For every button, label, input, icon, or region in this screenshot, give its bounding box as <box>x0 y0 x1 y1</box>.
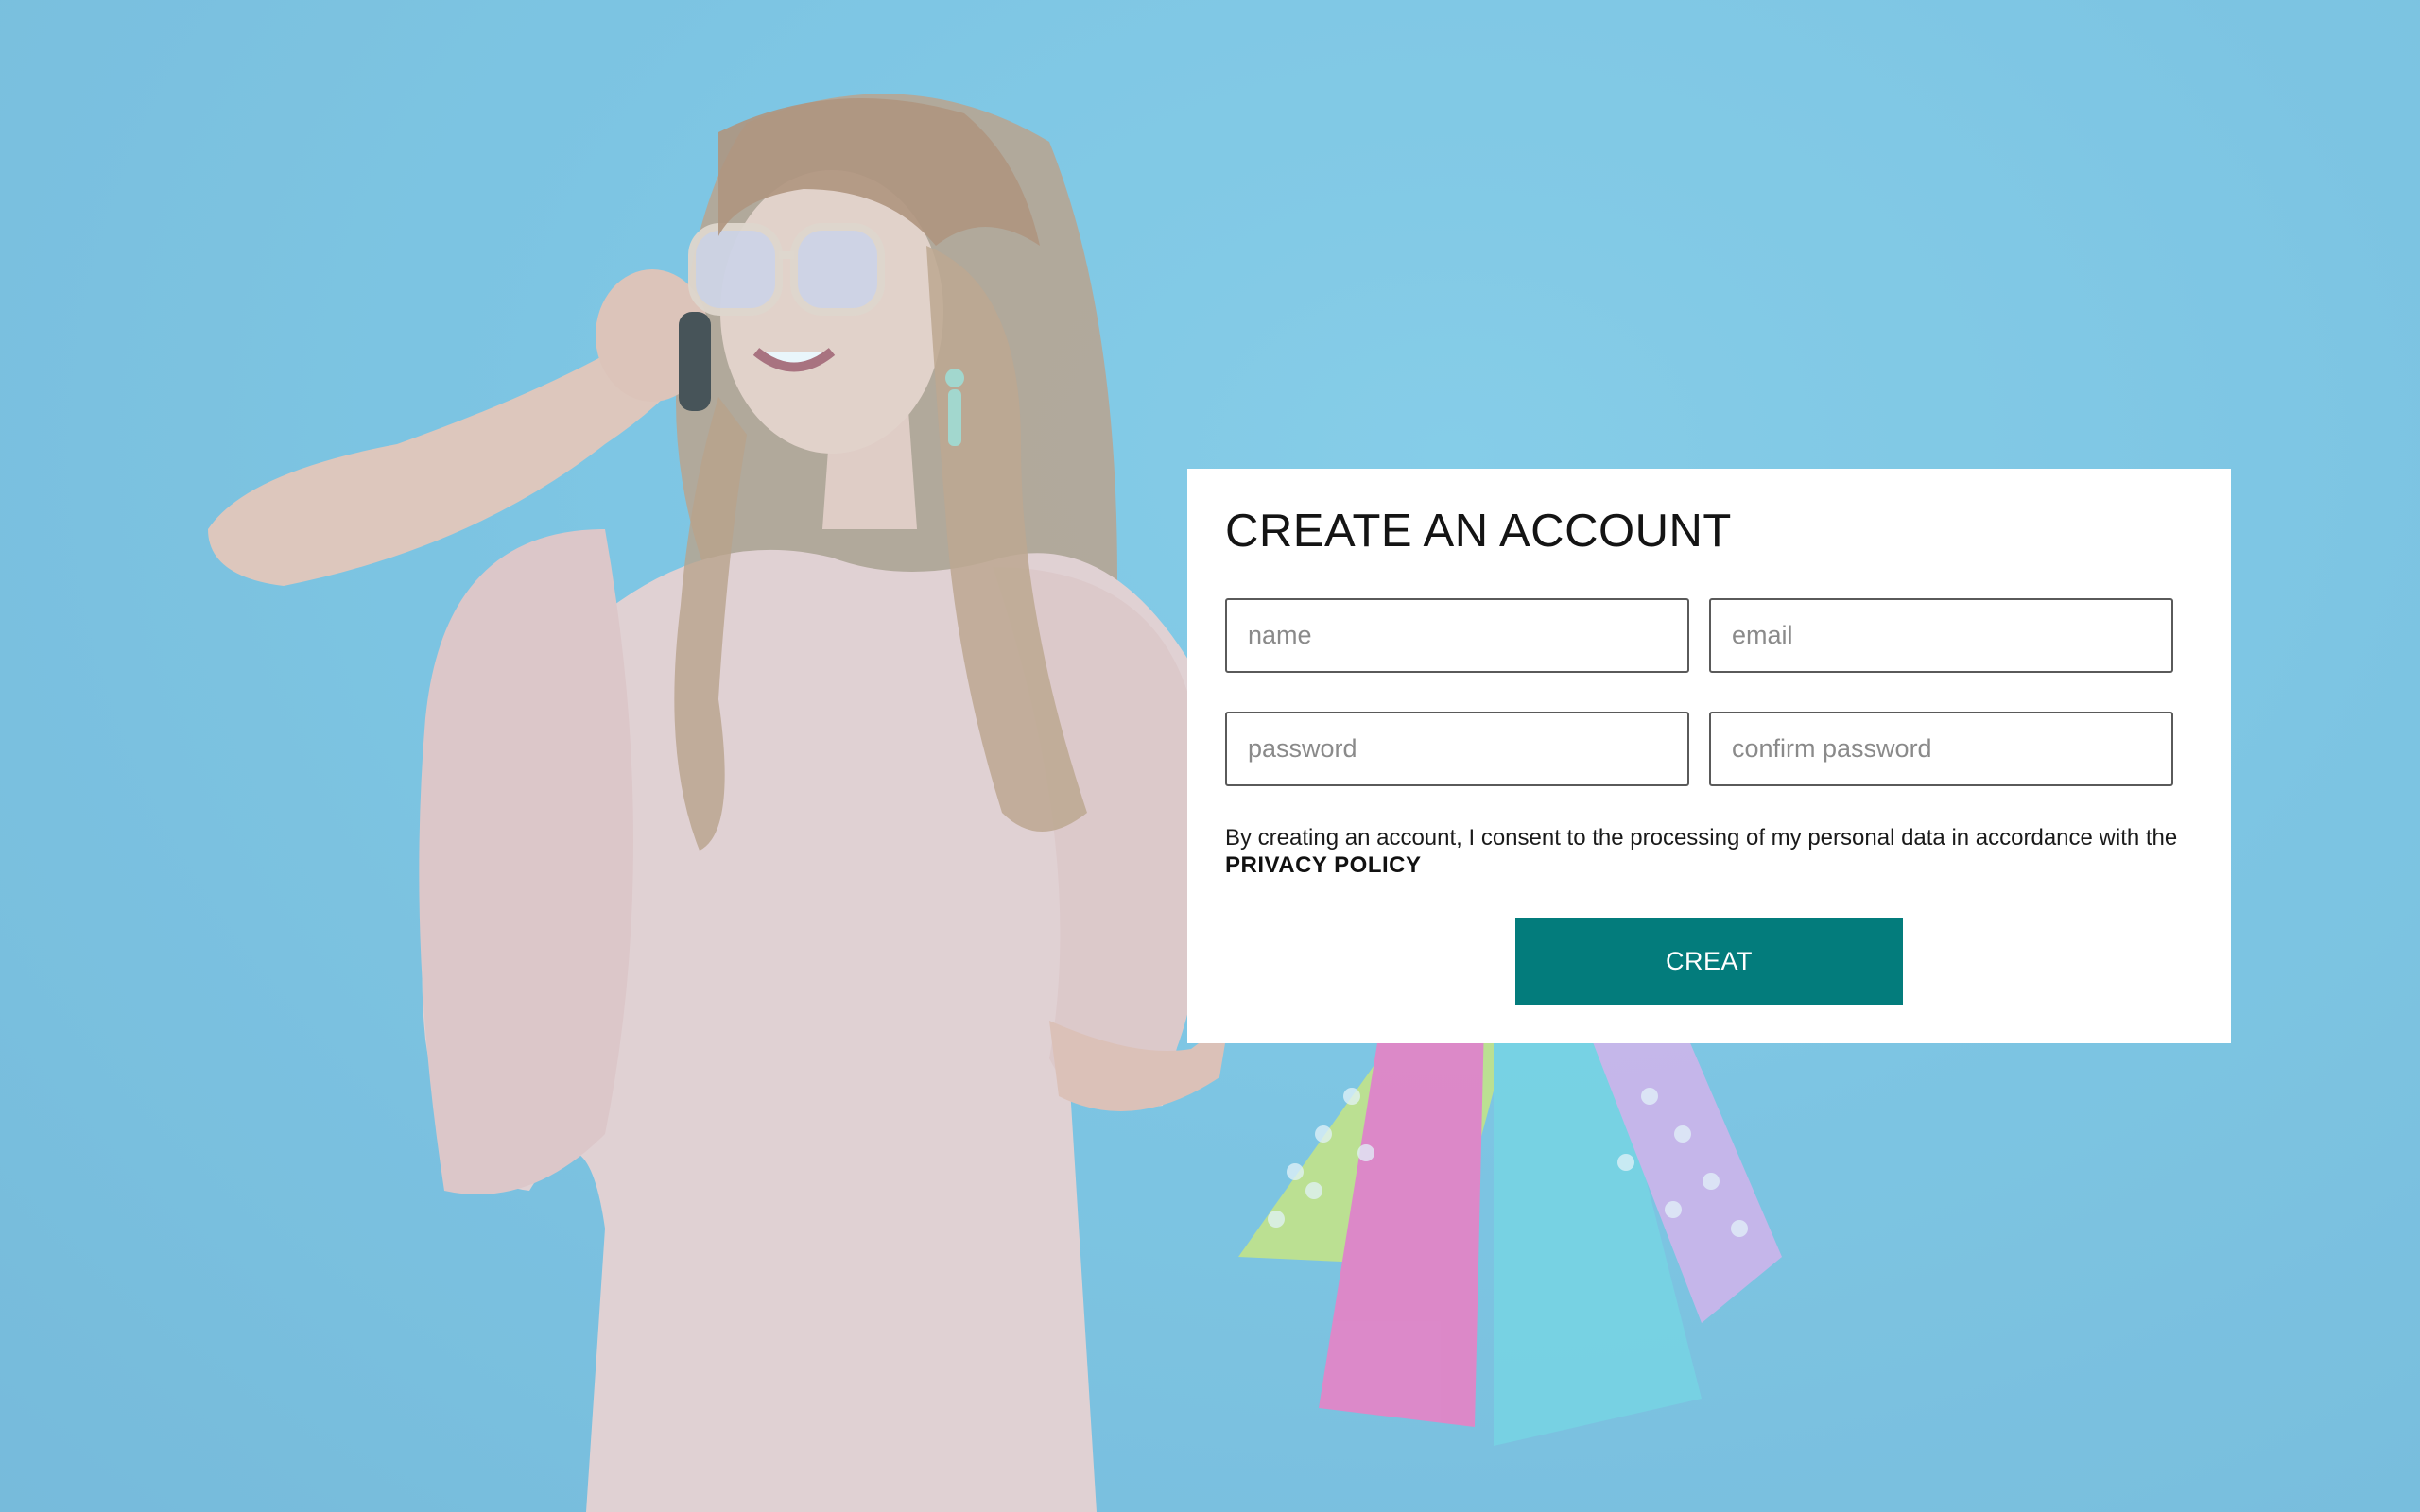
create-account-card: CREATE AN ACCOUNT By creating an account… <box>1187 469 2231 1043</box>
email-field[interactable] <box>1709 598 2173 673</box>
signup-page: CREATE AN ACCOUNT By creating an account… <box>0 0 2420 1512</box>
consent-notice: By creating an account, I consent to the… <box>1225 824 2199 879</box>
signup-form-fields <box>1225 598 2173 786</box>
create-account-button[interactable]: CREAT <box>1515 918 1903 1005</box>
card-title: CREATE AN ACCOUNT <box>1225 506 1732 557</box>
consent-text: By creating an account, I consent to the… <box>1225 825 2178 850</box>
password-field[interactable] <box>1225 712 1689 786</box>
confirm-password-field[interactable] <box>1709 712 2173 786</box>
privacy-policy-link[interactable]: PRIVACY POLICY <box>1225 851 1421 879</box>
name-field[interactable] <box>1225 598 1689 673</box>
